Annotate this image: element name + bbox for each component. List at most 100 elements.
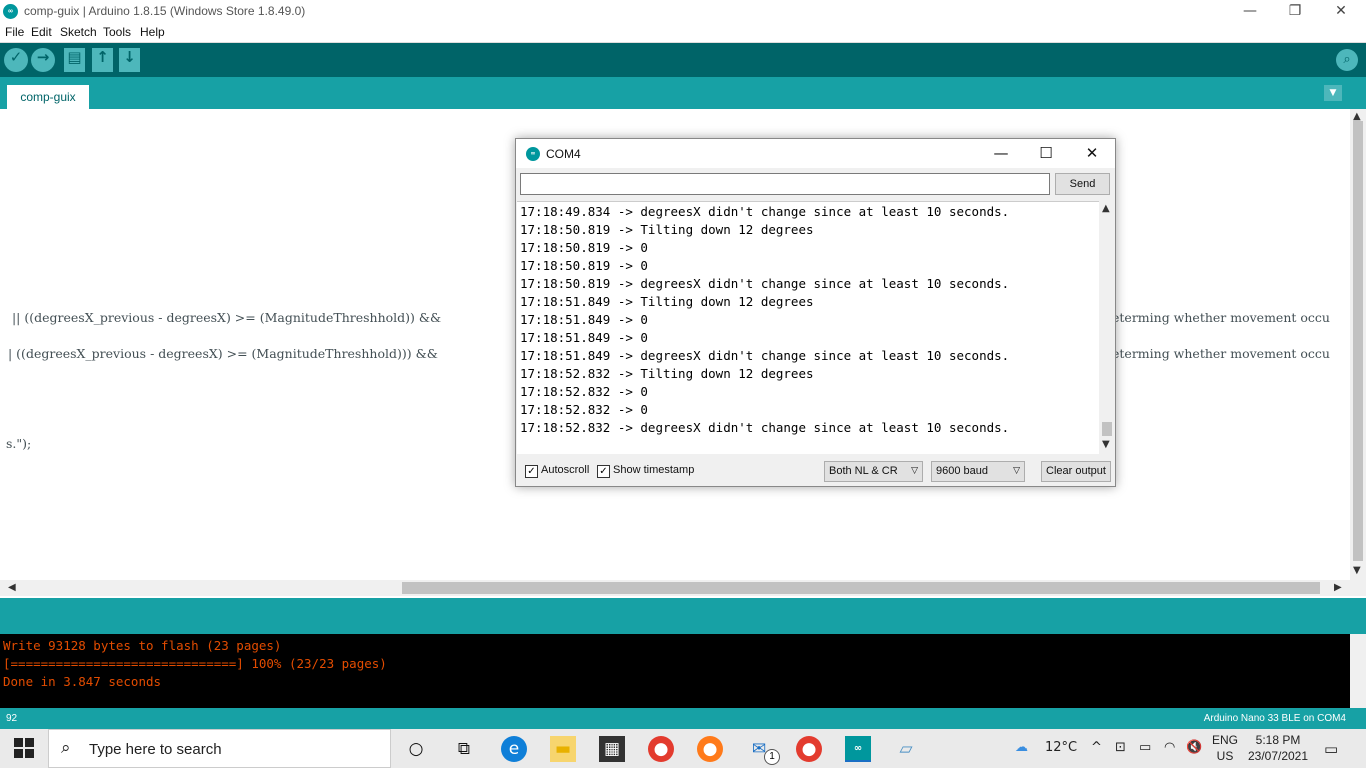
baud-rate-value: 9600 baud [936, 465, 988, 477]
serial-input[interactable] [520, 173, 1050, 195]
notification-icon[interactable]: ▭ [1324, 740, 1338, 758]
tab-menu-icon[interactable]: ▼ [1324, 85, 1342, 101]
serial-output-line: 17:18:51.849 -> 0 [520, 330, 648, 345]
serial-output-line: 17:18:51.849 -> Tilting down 12 degrees [520, 294, 814, 309]
weather-temperature[interactable]: 12°C [1045, 740, 1077, 755]
file-explorer-icon[interactable]: ▬ [550, 736, 576, 762]
tab-comp-guix[interactable]: comp-guix [7, 85, 89, 109]
console-line: [==============================] 100% (2… [3, 656, 387, 671]
scroll-down-icon[interactable]: ▼ [1353, 565, 1361, 576]
serial-output-line: 17:18:51.849 -> degreesX didn't change s… [520, 348, 1010, 363]
serial-output-line: 17:18:51.849 -> 0 [520, 312, 648, 327]
tab-bar: comp-guix ▼ [0, 77, 1366, 109]
console-output: Write 93128 bytes to flash (23 pages) [=… [0, 634, 1366, 708]
baud-rate-dropdown[interactable]: 9600 baud ▽ [931, 461, 1025, 482]
menu-bar: File Edit Sketch Tools Help [0, 23, 1366, 43]
new-sketch-icon[interactable]: ▤ [64, 48, 85, 72]
minimize-button[interactable]: — [1227, 0, 1273, 23]
close-button[interactable]: ✕ [1069, 139, 1115, 168]
scroll-left-icon[interactable]: ◀ [8, 582, 16, 593]
language: ENG [1212, 733, 1239, 747]
region: US [1216, 749, 1234, 763]
scroll-thumb[interactable] [402, 582, 1320, 594]
serial-monitor-icon[interactable]: ⌕ [1336, 49, 1358, 71]
line-number: 92 [6, 713, 18, 724]
serial-monitor-window: ∞ COM4 — ☐ ✕ Send 17:18:49.834 -> degree… [515, 138, 1116, 487]
mail-badge: 1 [764, 749, 780, 765]
scroll-down-icon[interactable]: ▼ [1102, 439, 1110, 450]
task-view-icon[interactable]: ⧉ [451, 736, 477, 762]
editor-horizontal-scrollbar[interactable]: ◀ ▶ [0, 580, 1366, 596]
send-button[interactable]: Send [1055, 173, 1110, 195]
chevron-down-icon: ▽ [1013, 466, 1020, 476]
editor-vertical-scrollbar[interactable]: ▲ ▼ [1350, 109, 1366, 580]
menu-file[interactable]: File [5, 25, 24, 39]
serial-monitor-title: COM4 [546, 147, 581, 161]
store-icon[interactable]: ▦ [599, 736, 625, 762]
language-indicator[interactable]: ENG US [1212, 732, 1238, 764]
weather-icon[interactable]: ☁ [1015, 740, 1028, 755]
maximize-button[interactable]: ☐ [1023, 139, 1069, 168]
edge-icon[interactable]: e [501, 736, 527, 762]
minimize-button[interactable]: — [978, 139, 1024, 168]
board-port: Arduino Nano 33 BLE on COM4 [1203, 713, 1346, 724]
scroll-up-icon[interactable]: ▲ [1102, 203, 1110, 214]
console-line: Done in 3.847 seconds [3, 674, 162, 689]
serial-monitor-options: ✓ Autoscroll ✓ Show timestamp Both NL & … [516, 457, 1115, 486]
chrome-icon[interactable]: ● [648, 736, 674, 762]
window-title: comp-guix | Arduino 1.8.15 (Windows Stor… [24, 4, 306, 18]
save-icon[interactable]: ↓ [119, 48, 140, 72]
code-line: || ((degreesX_previous - degreesX) >= (M… [8, 310, 442, 325]
scroll-thumb[interactable] [1353, 121, 1363, 561]
clock[interactable]: 5:18 PM 23/07/2021 [1244, 732, 1312, 764]
console-line: Write 93128 bytes to flash (23 pages) [3, 638, 282, 653]
line-ending-dropdown[interactable]: Both NL & CR ▽ [824, 461, 923, 482]
menu-tools[interactable]: Tools [103, 25, 131, 39]
taskbar-search-box[interactable]: ⌕ Type here to search [48, 729, 391, 768]
arduino-taskbar-icon[interactable]: ∞ [845, 736, 871, 762]
clear-output-button[interactable]: Clear output [1041, 461, 1111, 482]
show-timestamp-checkbox[interactable]: ✓ [597, 465, 610, 478]
menu-edit[interactable]: Edit [31, 25, 52, 39]
serial-output-line: 17:18:50.819 -> Tilting down 12 degrees [520, 222, 814, 237]
scroll-right-icon[interactable]: ▶ [1334, 582, 1342, 593]
console-header [0, 598, 1366, 634]
serial-output-scrollbar[interactable]: ▲ ▼ [1099, 201, 1115, 454]
serial-output-line: 17:18:50.819 -> 0 [520, 240, 648, 255]
serial-output-line: 17:18:50.819 -> 0 [520, 258, 648, 273]
code-line-fragment: eterming whether movement occu [1112, 310, 1330, 325]
code-line: s."); [6, 436, 32, 451]
meet-now-icon[interactable]: ⊡ [1115, 740, 1126, 755]
verify-icon[interactable]: ✓ [4, 48, 28, 72]
scroll-thumb[interactable] [1102, 422, 1112, 436]
wifi-icon[interactable]: ◠ [1164, 740, 1175, 755]
date: 23/07/2021 [1247, 749, 1309, 763]
code-line: | ((degreesX_previous - degreesX) >= (Ma… [8, 346, 438, 361]
notepad-icon[interactable]: ▱ [893, 736, 919, 762]
volume-muted-icon[interactable]: 🔇 [1186, 740, 1202, 755]
serial-output-line: 17:18:49.834 -> degreesX didn't change s… [520, 204, 1010, 219]
console-scrollbar[interactable] [1350, 634, 1366, 708]
close-button[interactable]: ✕ [1318, 0, 1364, 23]
upload-icon[interactable]: → [31, 48, 55, 72]
serial-output-line: 17:18:52.832 -> Tilting down 12 degrees [520, 366, 814, 381]
windows-start-icon[interactable] [14, 738, 34, 758]
open-icon[interactable]: ↑ [92, 48, 113, 72]
chrome-profile-icon[interactable]: ● [796, 736, 822, 762]
serial-output-line: 17:18:52.832 -> degreesX didn't change s… [520, 420, 1010, 435]
status-bar: 92 Arduino Nano 33 BLE on COM4 [0, 708, 1366, 729]
arduino-logo-icon: ∞ [526, 147, 540, 161]
menu-help[interactable]: Help [140, 25, 165, 39]
battery-icon[interactable]: ▭ [1139, 740, 1151, 755]
serial-output-line: 17:18:52.832 -> 0 [520, 402, 648, 417]
toolbar: ✓ → ▤ ↑ ↓ ⌕ [0, 43, 1366, 77]
autoscroll-checkbox[interactable]: ✓ [525, 465, 538, 478]
cortana-icon[interactable]: ○ [403, 736, 429, 762]
menu-sketch[interactable]: Sketch [60, 25, 97, 39]
search-icon: ⌕ [61, 738, 71, 758]
serial-monitor-title-bar: ∞ COM4 — ☐ ✕ [516, 139, 1115, 168]
firefox-icon[interactable]: ● [697, 736, 723, 762]
chevron-up-icon[interactable]: ^ [1091, 740, 1102, 755]
restore-button[interactable]: ❐ [1272, 0, 1318, 23]
line-ending-value: Both NL & CR [829, 465, 898, 477]
